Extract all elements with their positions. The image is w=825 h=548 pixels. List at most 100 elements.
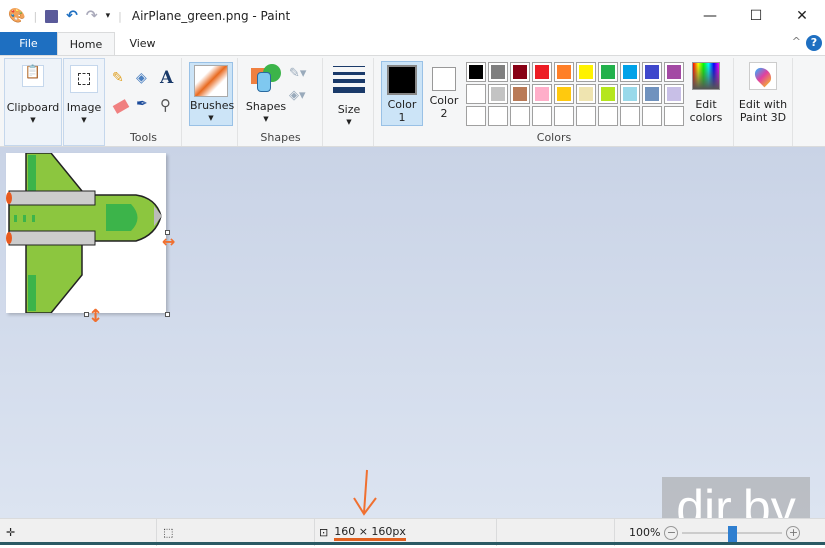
swatch-fill [491,109,505,123]
palette-swatch[interactable] [532,62,552,82]
image-size-icon: ⊡ [319,526,329,539]
palette-swatch[interactable] [664,84,684,104]
redo-icon[interactable]: ↷ [86,8,98,24]
custom-color-slot[interactable] [554,106,574,126]
clipboard-group: 📋 Clipboard ▼ [4,58,62,146]
swatch-fill [469,109,483,123]
palette-swatch[interactable] [466,84,486,104]
palette-swatch[interactable] [532,84,552,104]
custom-color-slot[interactable] [620,106,640,126]
clipboard-button[interactable]: 📋 Clipboard ▼ [5,65,61,127]
minimize-button[interactable]: — [687,0,733,32]
ribbon-tabs: File Home View ^ ? [0,32,825,55]
help-icon[interactable]: ? [806,35,822,51]
shape-fill-icon[interactable]: ◈▾ [289,88,306,103]
size-button[interactable]: Size ▼ [328,64,370,129]
close-button[interactable]: ✕ [779,0,825,32]
collapse-ribbon-icon[interactable]: ^ [792,35,801,48]
brushes-button[interactable]: Brushes ▼ [189,62,234,126]
undo-icon[interactable]: ↶ [66,8,78,24]
horizontal-resize-arrow-icon: ↔ [162,232,176,251]
zoom-slider-thumb[interactable] [727,525,737,542]
custom-color-slot[interactable] [598,106,618,126]
magnifier-icon[interactable]: ⚲ [160,96,171,114]
palette-swatch[interactable] [642,84,662,104]
custom-color-slot[interactable] [510,106,530,126]
resize-handle-corner[interactable] [165,312,170,317]
image-canvas[interactable] [6,152,166,314]
size-group: Size ▼ [324,58,374,146]
window-title: AirPlane_green.png - Paint [131,9,291,23]
shapes-button[interactable]: Shapes ▼ [243,64,289,126]
image-button[interactable]: Image ▼ [64,65,104,127]
brush-icon [194,65,228,97]
swatch-fill [667,87,681,101]
swatch-fill [513,109,527,123]
edit-with-paint3d-button[interactable]: Edit with Paint 3D [736,62,790,124]
palette-swatch[interactable] [598,62,618,82]
save-icon[interactable] [45,9,59,23]
fill-icon[interactable]: ◈ [136,70,147,86]
swatch-fill [469,87,483,101]
palette-swatch[interactable] [554,62,574,82]
tools-group: ✎ ◈ A ✒ ⚲ Tools [106,58,182,146]
swatch-fill [667,109,681,123]
vertical-resize-arrow-icon: ↕ [88,306,104,327]
swatch-fill [667,65,681,79]
swatch-fill [645,87,659,101]
text-icon[interactable]: A [160,68,173,88]
palette-swatch[interactable] [488,62,508,82]
color-picker-icon[interactable]: ✒ [136,96,148,112]
zoom-level: 100% [629,526,661,539]
swatch-fill [557,87,571,101]
outline-icon[interactable]: ✎▾ [289,66,306,81]
swatch-fill [579,109,593,123]
swatch-fill [557,65,571,79]
color1-button[interactable]: Color 1 [381,61,423,126]
palette-swatch[interactable] [664,62,684,82]
maximize-button[interactable]: ☐ [733,0,779,32]
palette-swatch[interactable] [642,62,662,82]
paint-app-icon[interactable]: 🎨 [8,8,25,24]
zoom-in-button[interactable]: + [786,525,801,540]
palette-swatch[interactable] [488,84,508,104]
tab-home[interactable]: Home [57,32,115,55]
palette-swatch[interactable] [598,84,618,104]
custom-color-slot[interactable] [642,106,662,126]
tab-view[interactable]: View [115,32,170,55]
custom-color-slot[interactable] [576,106,596,126]
colors-group-label: Colors [536,131,572,144]
color2-button[interactable]: Color 2 [424,61,464,126]
palette-swatch[interactable] [466,62,486,82]
eraser-icon[interactable] [112,99,130,114]
pencil-icon[interactable]: ✎ [112,70,124,86]
swatch-fill [645,109,659,123]
palette-swatch[interactable] [576,62,596,82]
title-bar: 🎨 | ↶ ↷ ▾ | AirPlane_green.png - Paint —… [0,0,825,32]
custom-color-slot[interactable] [466,106,486,126]
paint3d-icon [749,62,777,90]
palette-swatch[interactable] [554,84,574,104]
palette-swatch[interactable] [576,84,596,104]
edit-colors-button[interactable]: Edit colors [684,62,728,124]
swatch-fill [601,65,615,79]
palette-swatch[interactable] [620,62,640,82]
shapes-icon [251,64,281,94]
zoom-slider[interactable] [682,525,783,542]
annotation-arrow-icon [353,469,377,516]
swatch-fill [579,87,593,101]
palette-swatch[interactable] [510,62,530,82]
swatch-fill [557,109,571,123]
clipboard-icon: 📋 [22,65,44,87]
custom-color-slot[interactable] [532,106,552,126]
swatch-fill [469,65,483,79]
swatch-fill [491,65,505,79]
custom-color-slot[interactable] [488,106,508,126]
tab-file[interactable]: File [0,32,57,55]
customize-quick-access-icon[interactable]: ▾ [106,11,111,21]
line-size-icon [333,66,365,93]
zoom-out-button[interactable]: − [664,525,679,540]
custom-color-slot[interactable] [664,106,684,126]
palette-swatch[interactable] [510,84,530,104]
palette-swatch[interactable] [620,84,640,104]
